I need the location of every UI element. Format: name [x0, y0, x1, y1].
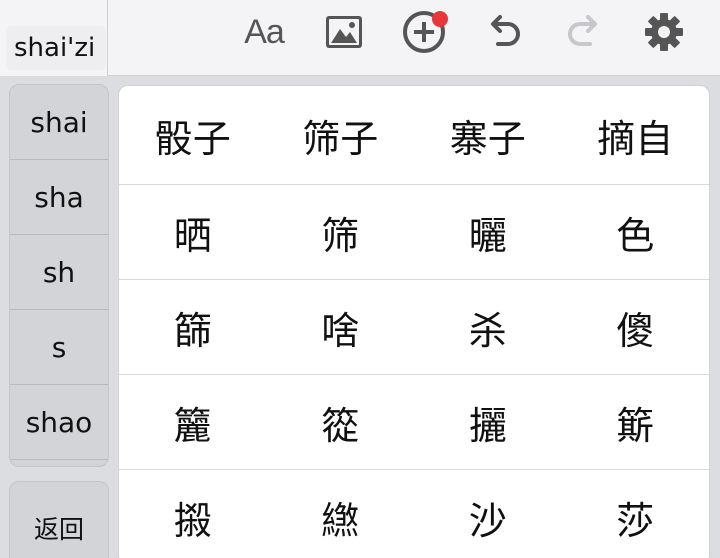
add-button[interactable]	[400, 8, 448, 56]
settings-button[interactable]	[640, 8, 688, 56]
partial-character: ˇˇ	[40, 0, 76, 12]
candidate-char[interactable]: 杀	[414, 280, 562, 374]
candidate-char[interactable]: 攦	[414, 375, 562, 469]
gear-icon	[645, 13, 683, 51]
image-button[interactable]	[320, 8, 368, 56]
pinyin-option[interactable]: shao	[10, 385, 108, 460]
candidate-char[interactable]: 筛	[267, 185, 415, 279]
pinyin-composition: shai'zi	[6, 26, 106, 70]
candidate-row: 晒 筛 曬 色	[119, 185, 709, 280]
candidate-char[interactable]: 曬	[414, 185, 562, 279]
pinyin-options-list: shai sha sh s shao	[9, 84, 109, 467]
candidate-char[interactable]: 繺	[267, 470, 415, 558]
pinyin-option[interactable]: s	[10, 310, 108, 385]
notification-badge	[432, 11, 448, 27]
candidate-char[interactable]: 沙	[414, 470, 562, 558]
undo-icon	[491, 15, 520, 46]
candidate-char[interactable]: 簛	[562, 375, 710, 469]
font-style-icon: Aa	[244, 12, 285, 51]
candidate-char[interactable]: 晒	[119, 185, 267, 279]
candidate-char[interactable]: 籭	[119, 375, 267, 469]
candidate-char[interactable]: 篩	[119, 280, 267, 374]
candidate-char[interactable]: 莎	[562, 470, 710, 558]
back-button[interactable]: 返回	[9, 481, 109, 558]
candidate-row: 摋 繺 沙 莎	[119, 470, 709, 558]
candidate-word[interactable]: 寨子	[414, 86, 562, 184]
candidate-char[interactable]: 摋	[119, 470, 267, 558]
candidate-grid: 骰子 筛子 寨子 摘自 晒 筛 曬 色 篩 啥 杀 傻 籭 篵 攦 簛 摋 繺 …	[118, 85, 710, 558]
redo-icon	[568, 15, 597, 46]
candidate-word[interactable]: 骰子	[119, 86, 267, 184]
pinyin-option[interactable]: shai	[10, 85, 108, 160]
candidate-char[interactable]: 傻	[562, 280, 710, 374]
undo-button[interactable]	[480, 8, 528, 56]
pinyin-option[interactable]: sha	[10, 160, 108, 235]
image-icon	[326, 16, 362, 48]
candidate-char[interactable]: 篵	[267, 375, 415, 469]
candidate-word[interactable]: 筛子	[267, 86, 415, 184]
candidate-row: 骰子 筛子 寨子 摘自	[119, 86, 709, 185]
candidate-word[interactable]: 摘自	[562, 86, 710, 184]
candidate-char[interactable]: 色	[562, 185, 710, 279]
keyboard-toolbar: ˇˇ shai'zi Aa	[0, 0, 720, 76]
candidate-row: 籭 篵 攦 簛	[119, 375, 709, 470]
composition-area: ˇˇ shai'zi	[0, 0, 108, 76]
font-style-button[interactable]: Aa	[240, 8, 288, 56]
redo-button[interactable]	[560, 8, 608, 56]
candidate-char[interactable]: 啥	[267, 280, 415, 374]
pinyin-option[interactable]: sh	[10, 235, 108, 310]
candidate-row: 篩 啥 杀 傻	[119, 280, 709, 375]
